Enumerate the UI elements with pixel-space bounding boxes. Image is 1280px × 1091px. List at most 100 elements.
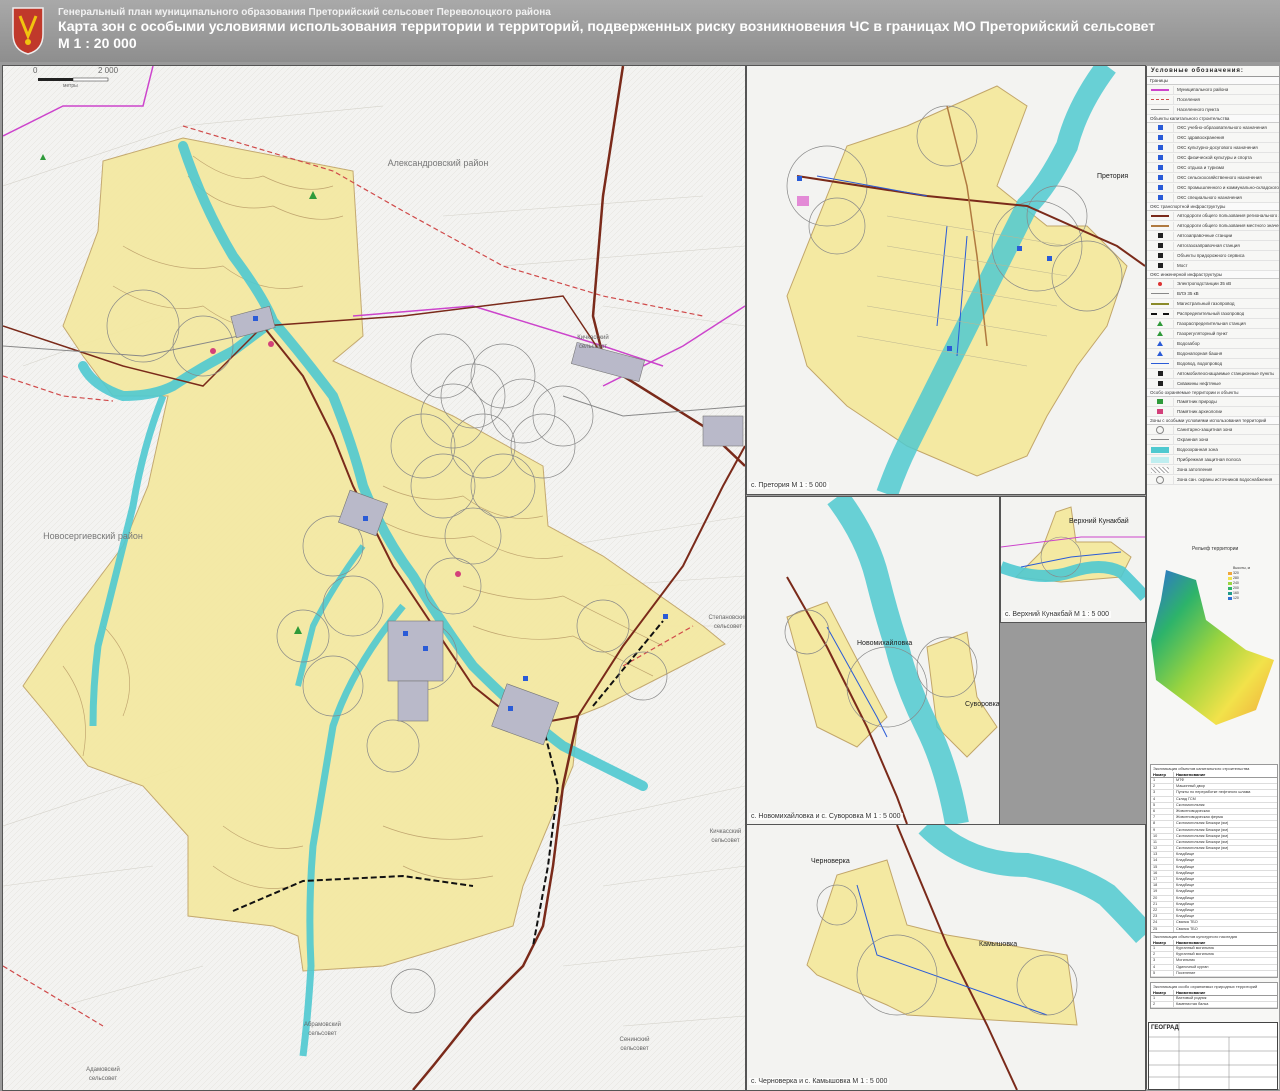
- legend-item: ОКС отдыха и туризма: [1147, 163, 1279, 173]
- label-chernoverka: Черноверка: [811, 858, 850, 865]
- table-cell-number: 2: [1151, 1002, 1174, 1008]
- legend-item-label: Памятник природы: [1177, 399, 1217, 404]
- table-cell-number: 22: [1151, 907, 1174, 914]
- legend-section-title: ОКС инженерной инфраструктуры: [1147, 271, 1279, 279]
- legend-item: Объекты придорожного сервиса: [1147, 251, 1279, 261]
- legend-item: Автозаправочные станции: [1147, 231, 1279, 241]
- inset-novomikh-canvas[interactable]: [747, 497, 999, 824]
- label-novosergievsky: Новосергиевский район: [43, 531, 143, 541]
- table-cell-number: 9: [1151, 827, 1174, 833]
- table-cell-number: 16: [1151, 870, 1174, 876]
- square-black-icon: [1147, 369, 1174, 378]
- square-black-icon: [1147, 231, 1174, 240]
- legend-item: ОКС здравоохранения: [1147, 133, 1279, 143]
- inset-verkhny[interactable]: Верхний Кунакбай с. Верхний Кунакбай М 1…: [1000, 496, 1146, 623]
- table2-caption: Экспликация объектов культурного наследи…: [1153, 934, 1238, 939]
- table-cell-name: Свалка ТБО: [1176, 926, 1198, 931]
- header-scale: М 1 : 20 000: [58, 35, 137, 51]
- table-cell-name: Кладбище: [1176, 883, 1195, 888]
- table1-caption: Экспликация объектов капитального строит…: [1153, 766, 1250, 771]
- legend-item: Зона затопления: [1147, 465, 1279, 475]
- header-subtitle: Генеральный план муниципального образова…: [58, 7, 551, 18]
- circle-gray-icon: [1147, 475, 1174, 484]
- table-cell-name: Кладбище: [1176, 864, 1195, 869]
- line-darkred-icon: [1147, 211, 1174, 220]
- dot-red-icon: [1147, 279, 1174, 288]
- table-cell-number: 25: [1151, 926, 1174, 932]
- main-map-canvas[interactable]: [3, 66, 745, 1090]
- relief-legend: Высоты, м 320 280 240 200 160 120: [1233, 566, 1250, 601]
- table-cell-name: Пункты по переработке нефтяного шлама: [1176, 790, 1251, 795]
- legend-item: Прибрежная защитная полоса: [1147, 455, 1279, 465]
- tri-green-icon: [1147, 329, 1174, 338]
- legend-body: Границы Муниципального района Поселения Нас…: [1147, 77, 1279, 485]
- main-map-panel[interactable]: 0 2 000 метры Александровский район Ново…: [2, 65, 746, 1091]
- label-kamyshovka: Камышовка: [979, 941, 1018, 948]
- label-seninsky: Сенинский сельсовет: [619, 1037, 650, 1052]
- label-verkhny: Верхний Кунакбай: [1069, 518, 1129, 525]
- legend-item-label: Поселения: [1177, 97, 1200, 102]
- table-cell-name: Могильник: [1176, 958, 1195, 963]
- legend-item-label: Объекты придорожного сервиса: [1177, 253, 1245, 258]
- inset-chernoz-caption: с. Черноверка и с. Камышовка М 1 : 5 000: [749, 1078, 890, 1085]
- legend-item-label: Скважины нефтяные: [1177, 381, 1221, 386]
- legend-item: ВЛЭ 35 кВ: [1147, 289, 1279, 299]
- legend-item: ОКС физической культуры и спорта: [1147, 153, 1279, 163]
- table-cell-name: Скотомогильник Беккари (ям): [1176, 821, 1229, 826]
- label-novomikh: Новомихайловка: [857, 640, 913, 647]
- table-cell-number: 4: [1151, 964, 1174, 970]
- square-blue-icon: [1147, 173, 1174, 182]
- relief-minimap: [1151, 570, 1274, 725]
- label-suvorovka: Суворовка: [965, 701, 1000, 708]
- legend-item: ОКС специального назначения: [1147, 193, 1279, 203]
- legend-item-label: Электроподстанции 35 кВ: [1177, 281, 1232, 286]
- table-cell-name: Кладбище: [1176, 877, 1195, 881]
- square-blue-icon: [1147, 183, 1174, 192]
- legend-item-label: ОКС сельскохозяйственного назначения: [1177, 175, 1262, 180]
- table-cell-name: Машинный двор: [1176, 784, 1205, 789]
- table-cell-name: Скотомогильник: [1176, 802, 1205, 807]
- legend-item: ОКС промышленного и коммунально-складско…: [1147, 183, 1279, 193]
- inset-verkhny-caption: с. Верхний Кунакбай М 1 : 5 000: [1003, 611, 1112, 618]
- square-black-icon: [1147, 241, 1174, 250]
- square-black-icon: [1147, 379, 1174, 388]
- table-cell-number: 24: [1151, 920, 1174, 926]
- legend-item: Магистральный газопровод: [1147, 299, 1279, 309]
- table-cell-name: Животноводческая ферма: [1176, 815, 1223, 820]
- table-capital-objects: Экспликация объектов капитального строит…: [1150, 764, 1278, 959]
- legend-item-label: Автозаправочные станции: [1177, 233, 1233, 238]
- line-gray-icon: [1147, 435, 1174, 444]
- table-row: 2 Каменистая балка: [1151, 1002, 1277, 1009]
- header-title: Карта зон с особыми условиями использова…: [58, 18, 1156, 34]
- legend-item-label: ОКС отдыха и туризма: [1177, 165, 1225, 170]
- label-pretoria: Претория: [1097, 173, 1129, 180]
- table-cell-number: 17: [1151, 877, 1174, 883]
- legend-item: Мост: [1147, 261, 1279, 271]
- line-magenta-icon: [1147, 85, 1174, 94]
- inset-verkhny-canvas[interactable]: [1001, 497, 1145, 622]
- tri-blue-icon: [1147, 339, 1174, 348]
- legend-section-title: Особо охраняемые территории и объекты: [1147, 389, 1279, 397]
- fill-lightcyan-icon: [1147, 455, 1174, 464]
- table-cell-name: Поселение: [1176, 970, 1196, 975]
- label-abramovsky: Абрамовский сельсовет: [303, 1022, 342, 1037]
- inset-pretoria-canvas[interactable]: [747, 66, 1145, 494]
- table3-body: 1 Вахтовый родник 2 Каменистая балка: [1151, 996, 1277, 1009]
- relief-title: Рельеф территории: [1192, 546, 1239, 552]
- inset-chernoz-canvas[interactable]: [747, 825, 1145, 1090]
- tri-blue-icon: [1147, 349, 1174, 358]
- coat-of-arms-icon: [12, 7, 44, 55]
- legend-item-label: Зона сан. охраны источников водоснабжени…: [1177, 477, 1273, 482]
- legend-item: Автодороги общего пользования региональн…: [1147, 211, 1279, 221]
- legend-item-label: Водовод, водопровод: [1177, 361, 1223, 366]
- label-kuvandyk-ss: Кичкасский сельсовет: [577, 335, 609, 350]
- table-cell-name: Скотомогильник Беккари (ям): [1176, 846, 1229, 851]
- title-block-stamp: ГЕОГРАД: [1148, 1022, 1278, 1090]
- table-cell-name: Кладбище: [1176, 858, 1195, 863]
- inset-chernoz[interactable]: Черноверка Камышовка с. Черноверка и с. …: [746, 824, 1146, 1091]
- table-cell-number: 1: [1151, 946, 1174, 952]
- inset-novomikh[interactable]: Новомихайловка Суворовка с. Новомихайлов…: [746, 496, 1000, 825]
- inset-pretoria[interactable]: Претория с. Претория М 1 : 5 000: [746, 65, 1146, 495]
- scalebar-max: 2 000: [98, 66, 119, 75]
- legend-item-label: Автодороги общего пользования местного з…: [1177, 223, 1279, 228]
